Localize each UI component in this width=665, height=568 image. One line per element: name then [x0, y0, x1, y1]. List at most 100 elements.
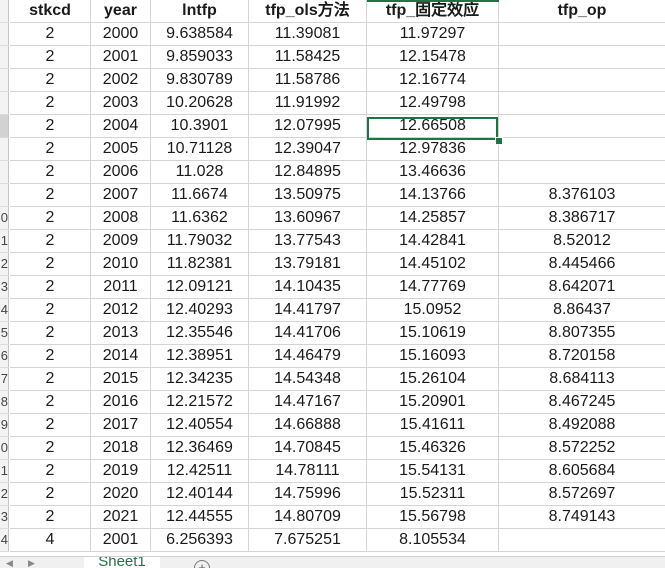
- table-cell[interactable]: 2011: [91, 276, 151, 299]
- table-cell[interactable]: 14.77769: [367, 276, 499, 299]
- table-cell[interactable]: 15.16093: [367, 345, 499, 368]
- table-cell[interactable]: 2: [10, 207, 91, 230]
- table-cell[interactable]: 2: [10, 138, 91, 161]
- table-cell[interactable]: 2010: [91, 253, 151, 276]
- table-cell[interactable]: 13.79181: [249, 253, 367, 276]
- table-cell[interactable]: [499, 161, 665, 184]
- table-cell[interactable]: 8.720158: [499, 345, 665, 368]
- table-cell[interactable]: 2002: [91, 69, 151, 92]
- table-cell[interactable]: 2: [10, 276, 91, 299]
- table-cell[interactable]: 12.40144: [151, 483, 249, 506]
- table-cell[interactable]: 2015: [91, 368, 151, 391]
- table-cell[interactable]: 11.028: [151, 161, 249, 184]
- column-header[interactable]: lntfp: [151, 0, 249, 23]
- table-cell[interactable]: [499, 529, 665, 552]
- table-cell[interactable]: 2: [10, 23, 91, 46]
- table-cell[interactable]: 8.86437: [499, 299, 665, 322]
- table-cell[interactable]: 11.79032: [151, 230, 249, 253]
- table-cell[interactable]: 12.21572: [151, 391, 249, 414]
- table-cell[interactable]: 2004: [91, 115, 151, 138]
- table-cell[interactable]: 14.41797: [249, 299, 367, 322]
- row-number[interactable]: 0: [0, 207, 9, 230]
- table-cell[interactable]: 12.36469: [151, 437, 249, 460]
- column-header[interactable]: tfp_op: [499, 0, 665, 23]
- column-header[interactable]: year: [91, 0, 151, 23]
- table-cell[interactable]: 2: [10, 299, 91, 322]
- table-cell[interactable]: 2021: [91, 506, 151, 529]
- table-cell[interactable]: [499, 46, 665, 69]
- table-cell[interactable]: 8.52012: [499, 230, 665, 253]
- row-number[interactable]: 7: [0, 368, 9, 391]
- table-cell[interactable]: 8.684113: [499, 368, 665, 391]
- table-cell[interactable]: 2: [10, 46, 91, 69]
- table-cell[interactable]: 15.41611: [367, 414, 499, 437]
- row-number[interactable]: 1: [0, 230, 9, 253]
- table-cell[interactable]: 2008: [91, 207, 151, 230]
- column-header[interactable]: tfp_ols方法: [249, 0, 367, 23]
- table-cell[interactable]: 11.6674: [151, 184, 249, 207]
- table-cell[interactable]: 2014: [91, 345, 151, 368]
- table-cell[interactable]: 12.97836: [367, 138, 499, 161]
- row-number[interactable]: 2: [0, 483, 9, 506]
- fill-handle[interactable]: [495, 137, 503, 145]
- table-cell[interactable]: 8.572697: [499, 483, 665, 506]
- table-cell[interactable]: 12.16774: [367, 69, 499, 92]
- table-cell[interactable]: 9.859033: [151, 46, 249, 69]
- table-cell[interactable]: 2: [10, 184, 91, 207]
- table-cell[interactable]: 12.44555: [151, 506, 249, 529]
- table-cell[interactable]: 9.830789: [151, 69, 249, 92]
- table-cell[interactable]: 14.13766: [367, 184, 499, 207]
- table-cell[interactable]: 11.97297: [367, 23, 499, 46]
- row-number[interactable]: [0, 23, 9, 46]
- table-cell[interactable]: 12.15478: [367, 46, 499, 69]
- table-cell[interactable]: 2: [10, 483, 91, 506]
- row-number[interactable]: 3: [0, 276, 9, 299]
- table-cell[interactable]: 15.46326: [367, 437, 499, 460]
- table-cell[interactable]: 13.60967: [249, 207, 367, 230]
- column-header[interactable]: stkcd: [10, 0, 91, 23]
- table-cell[interactable]: 13.50975: [249, 184, 367, 207]
- table-cell[interactable]: 2: [10, 253, 91, 276]
- table-cell[interactable]: 8.445466: [499, 253, 665, 276]
- row-number[interactable]: 9: [0, 414, 9, 437]
- table-cell[interactable]: 12.40293: [151, 299, 249, 322]
- row-number[interactable]: [0, 161, 9, 184]
- table-cell[interactable]: 2: [10, 345, 91, 368]
- table-cell[interactable]: 12.35546: [151, 322, 249, 345]
- table-cell[interactable]: 12.84895: [249, 161, 367, 184]
- table-cell[interactable]: 14.66888: [249, 414, 367, 437]
- table-cell[interactable]: 14.46479: [249, 345, 367, 368]
- table-cell[interactable]: 15.10619: [367, 322, 499, 345]
- table-cell[interactable]: 2001: [91, 529, 151, 552]
- table-cell[interactable]: 2001: [91, 46, 151, 69]
- table-cell[interactable]: 12.38951: [151, 345, 249, 368]
- table-cell[interactable]: 12.39047: [249, 138, 367, 161]
- table-cell[interactable]: 8.492088: [499, 414, 665, 437]
- row-number[interactable]: [0, 69, 9, 92]
- table-cell[interactable]: 14.42841: [367, 230, 499, 253]
- table-cell[interactable]: 14.41706: [249, 322, 367, 345]
- row-number[interactable]: [0, 0, 9, 23]
- tab-sheet1[interactable]: Sheet1: [84, 557, 160, 568]
- table-cell[interactable]: [499, 92, 665, 115]
- table-cell[interactable]: 14.78111: [249, 460, 367, 483]
- table-cell[interactable]: [499, 138, 665, 161]
- row-number[interactable]: 6: [0, 345, 9, 368]
- table-cell[interactable]: 14.75996: [249, 483, 367, 506]
- table-cell[interactable]: 15.56798: [367, 506, 499, 529]
- table-cell[interactable]: 2: [10, 414, 91, 437]
- table-cell[interactable]: 2003: [91, 92, 151, 115]
- row-number[interactable]: [0, 46, 9, 69]
- table-cell[interactable]: 8.467245: [499, 391, 665, 414]
- table-cell[interactable]: 2: [10, 437, 91, 460]
- table-cell[interactable]: 15.26104: [367, 368, 499, 391]
- table-cell[interactable]: 12.49798: [367, 92, 499, 115]
- table-cell[interactable]: 10.20628: [151, 92, 249, 115]
- table-cell[interactable]: 2020: [91, 483, 151, 506]
- table-cell[interactable]: 8.105534: [367, 529, 499, 552]
- table-cell[interactable]: 2017: [91, 414, 151, 437]
- table-cell[interactable]: 11.39081: [249, 23, 367, 46]
- table-cell[interactable]: 11.91992: [249, 92, 367, 115]
- table-cell[interactable]: 2: [10, 391, 91, 414]
- table-cell[interactable]: 2018: [91, 437, 151, 460]
